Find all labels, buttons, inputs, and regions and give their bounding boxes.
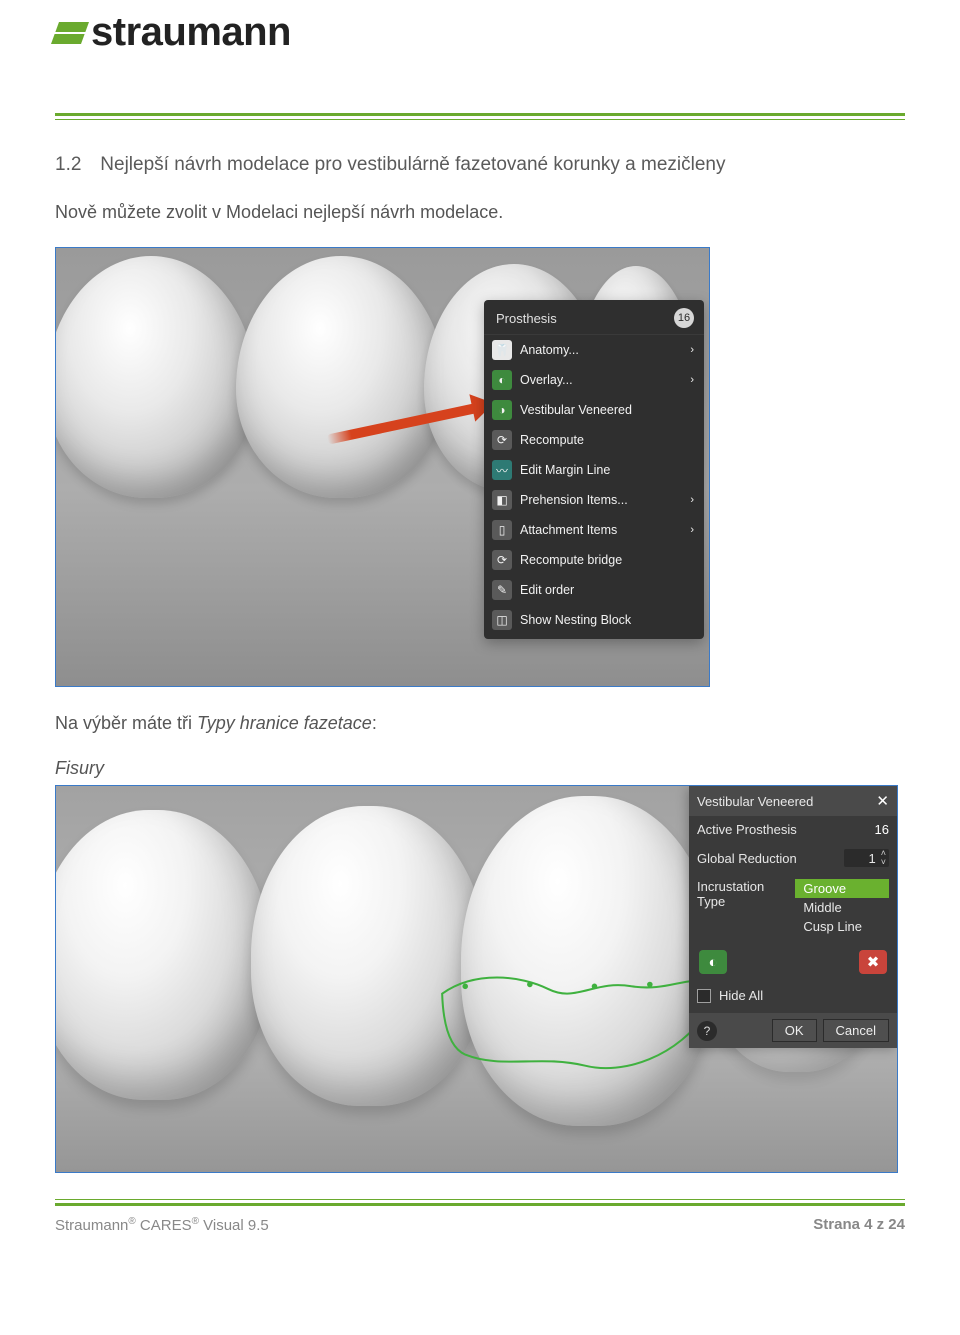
menu-item-attachment[interactable]: ▯ Attachment Items › xyxy=(484,515,704,545)
incrustation-type-options: Groove Middle Cusp Line xyxy=(795,879,889,936)
menu-item-label: Edit order xyxy=(520,583,574,597)
hide-all-checkbox[interactable] xyxy=(697,989,711,1003)
menu-item-vestibular-veneered[interactable]: ◑ Vestibular Veneered xyxy=(484,395,704,425)
menu-item-recompute-bridge[interactable]: ⟳ Recompute bridge xyxy=(484,545,704,575)
menu-item-prehension[interactable]: ◧ Prehension Items... › xyxy=(484,485,704,515)
close-icon[interactable]: ✕ xyxy=(876,792,889,810)
recompute-icon: ⟳ xyxy=(492,430,512,450)
context-menu-title: Prosthesis xyxy=(496,311,557,326)
active-prosthesis-label: Active Prosthesis xyxy=(697,822,797,837)
menu-item-label: Show Nesting Block xyxy=(520,613,631,627)
help-icon[interactable]: ? xyxy=(697,1021,717,1041)
global-reduction-stepper[interactable]: 1 ˄˅ xyxy=(844,849,889,867)
incrustation-type-label: Incrustation Type xyxy=(697,879,789,909)
active-prosthesis-value: 16 xyxy=(875,822,889,837)
panel-title-text: Vestibular Veneered xyxy=(697,794,813,809)
section-title: Nejlepší návrh modelace pro vestibulárně… xyxy=(100,154,725,175)
screenshot-vestibular-panel: Vestibular Veneered ✕ Active Prosthesis … xyxy=(55,785,898,1173)
menu-item-label: Anatomy... xyxy=(520,343,579,357)
overlay-icon: ◐ xyxy=(492,370,512,390)
tooth-model-icon xyxy=(236,256,446,498)
tooth-number-badge: 16 xyxy=(674,308,694,328)
chevron-right-icon: › xyxy=(690,494,694,506)
intro-text: Nově můžete zvolit v Modelaci nejlepší n… xyxy=(55,202,905,223)
menu-item-recompute[interactable]: ⟳ Recompute xyxy=(484,425,704,455)
footer-product: Straumann® CARES® Visual 9.5 xyxy=(55,1216,269,1234)
choices-prefix: Na výběr máte tři xyxy=(55,713,197,733)
prosthesis-context-menu: Prosthesis 16 🦷 Anatomy... › ◐ Overlay..… xyxy=(484,300,704,639)
option-cusp-line[interactable]: Cusp Line xyxy=(795,917,889,936)
margin-line-icon: 〰 xyxy=(492,460,512,480)
chevron-right-icon: › xyxy=(690,524,694,536)
ok-button[interactable]: OK xyxy=(772,1019,817,1042)
menu-item-show-nesting-block[interactable]: ◫ Show Nesting Block xyxy=(484,605,704,635)
section-number: 1.2 xyxy=(55,154,95,176)
logo-mark-icon xyxy=(51,22,89,44)
screenshot-context-menu: Prosthesis 16 🦷 Anatomy... › ◐ Overlay..… xyxy=(55,247,710,687)
subheading-fisury: Fisury xyxy=(55,758,905,779)
menu-item-label: Recompute xyxy=(520,433,584,447)
hide-all-label: Hide All xyxy=(719,988,763,1003)
section-heading: 1.2 Nejlepší návrh modelace pro vestibul… xyxy=(55,154,905,176)
tooth-model-icon xyxy=(55,810,271,1100)
choices-text: Na výběr máte tři Typy hranice fazetace: xyxy=(55,713,905,734)
prehension-icon: ◧ xyxy=(492,490,512,510)
tooth-model-icon xyxy=(55,256,256,498)
stepper-arrows-icon[interactable]: ˄˅ xyxy=(878,849,889,867)
menu-item-anatomy[interactable]: 🦷 Anatomy... › xyxy=(484,335,704,365)
tooth-model-icon xyxy=(251,806,486,1106)
choices-suffix: : xyxy=(372,713,377,733)
menu-item-overlay[interactable]: ◐ Overlay... › xyxy=(484,365,704,395)
page-footer: Straumann® CARES® Visual 9.5 Strana 4 z … xyxy=(55,1206,905,1252)
tooth-icon: 🦷 xyxy=(492,340,512,360)
page-number: Strana 4 z 24 xyxy=(813,1216,905,1234)
panel-header: Vestibular Veneered ✕ xyxy=(689,786,897,816)
menu-item-label: Recompute bridge xyxy=(520,553,622,567)
context-menu-header: Prosthesis 16 xyxy=(484,300,704,335)
cancel-button[interactable]: Cancel xyxy=(823,1019,889,1042)
chevron-right-icon: › xyxy=(690,344,694,356)
tooth-model-icon xyxy=(461,796,716,1126)
menu-item-label: Vestibular Veneered xyxy=(520,403,632,417)
menu-item-label: Edit Margin Line xyxy=(520,463,610,477)
delete-tool-button[interactable]: ✖ xyxy=(859,950,887,974)
brand-name: straumann xyxy=(91,10,291,55)
option-groove[interactable]: Groove xyxy=(795,879,889,898)
menu-item-edit-order[interactable]: ✎ Edit order xyxy=(484,575,704,605)
veneer-icon: ◑ xyxy=(492,400,512,420)
nesting-block-icon: ◫ xyxy=(492,610,512,630)
vestibular-veneered-panel: Vestibular Veneered ✕ Active Prosthesis … xyxy=(689,786,897,1048)
menu-item-edit-margin-line[interactable]: 〰 Edit Margin Line xyxy=(484,455,704,485)
menu-item-label: Overlay... xyxy=(520,373,573,387)
brand-logo: straumann xyxy=(55,0,905,63)
chevron-right-icon: › xyxy=(690,374,694,386)
menu-item-label: Attachment Items xyxy=(520,523,617,537)
global-reduction-value: 1 xyxy=(864,851,878,866)
recompute-bridge-icon: ⟳ xyxy=(492,550,512,570)
choices-italic: Typy hranice fazetace xyxy=(197,713,372,733)
menu-item-label: Prehension Items... xyxy=(520,493,628,507)
edit-order-icon: ✎ xyxy=(492,580,512,600)
apply-tool-button[interactable]: ◐ xyxy=(699,950,727,974)
footer-divider xyxy=(55,1199,905,1206)
header-divider xyxy=(55,113,905,120)
option-middle[interactable]: Middle xyxy=(795,898,889,917)
global-reduction-label: Global Reduction xyxy=(697,851,797,866)
attachment-icon: ▯ xyxy=(492,520,512,540)
